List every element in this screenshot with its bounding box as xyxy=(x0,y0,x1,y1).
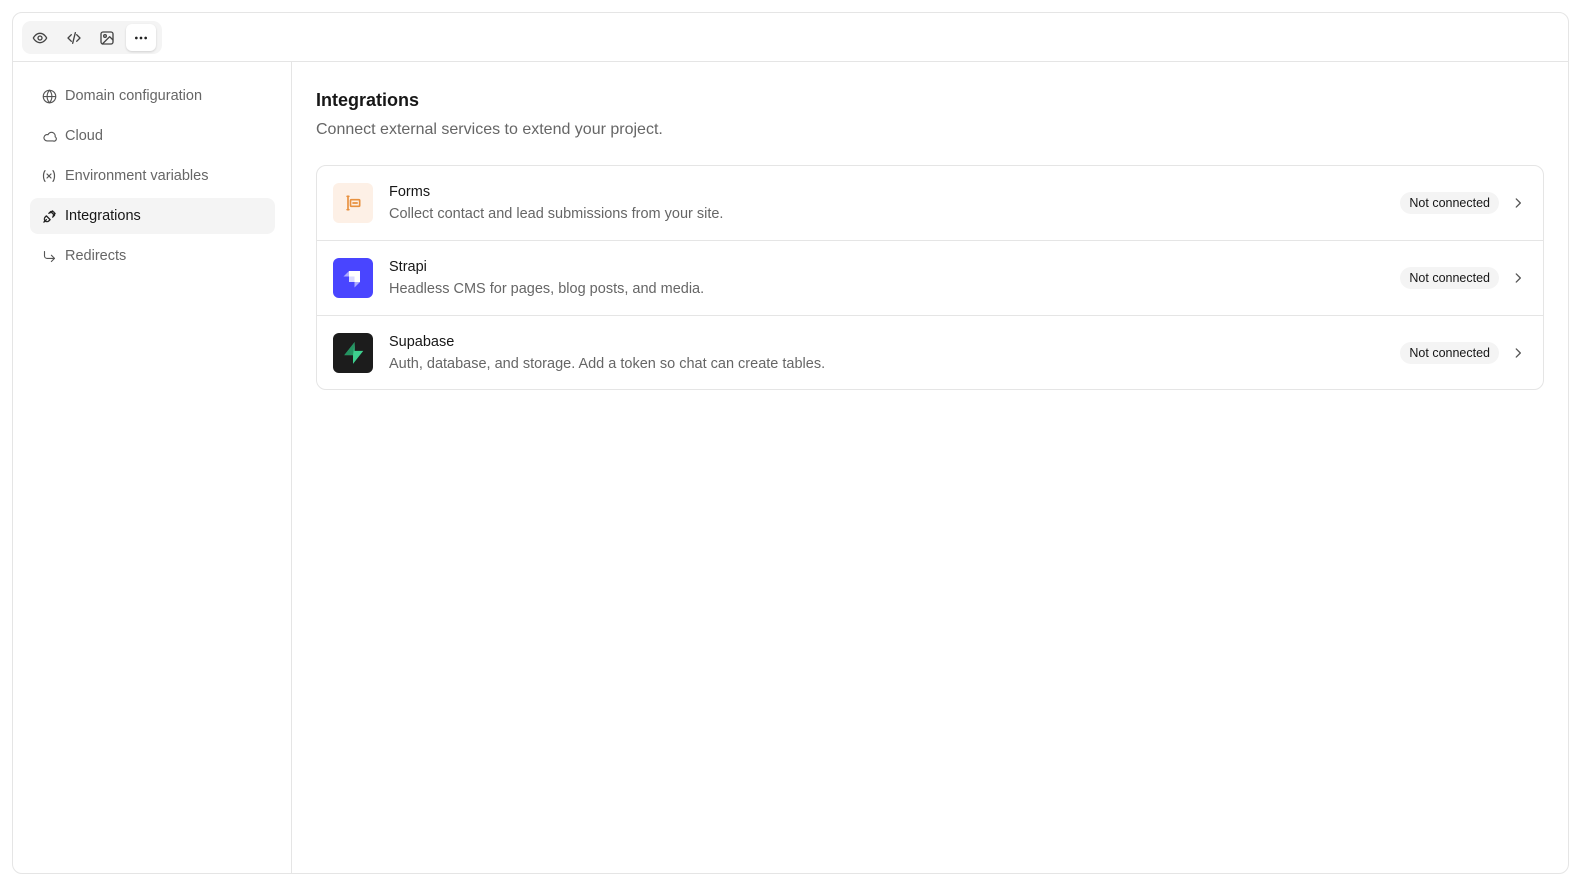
supabase-logo xyxy=(333,332,373,373)
integration-name: Strapi xyxy=(389,259,427,275)
globe-icon xyxy=(41,88,57,104)
sidebar-item-label: Cloud xyxy=(65,128,103,144)
sidebar-item-cloud[interactable]: Cloud xyxy=(30,118,275,154)
forms-icon xyxy=(346,195,361,211)
cloud-icon xyxy=(41,128,57,144)
code-button[interactable] xyxy=(59,24,90,51)
settings-window: Domain configuration Cloud Environment v… xyxy=(12,12,1569,874)
status-badge: Not connected xyxy=(1400,192,1499,214)
sidebar-item-label: Redirects xyxy=(65,248,127,264)
forms-logo xyxy=(333,183,373,223)
integration-row-strapi[interactable]: Strapi Headless CMS for pages, blog post… xyxy=(317,241,1543,316)
settings-sidebar: Domain configuration Cloud Environment v… xyxy=(13,62,292,873)
redirect-arrow-icon xyxy=(41,248,57,264)
plug-icon xyxy=(41,208,57,224)
eye-icon xyxy=(32,32,48,43)
sidebar-item-integrations[interactable]: Integrations xyxy=(30,198,275,234)
integration-name: Forms xyxy=(389,184,431,200)
chevron-right-icon xyxy=(1511,196,1525,210)
main-content: Integrations Connect external services t… xyxy=(293,62,1568,873)
sidebar-item-label: Domain configuration xyxy=(65,88,203,104)
sidebar-item-redirects[interactable]: Redirects xyxy=(30,238,275,274)
variable-icon xyxy=(41,168,57,184)
page-title: Integrations xyxy=(316,90,420,110)
code-icon xyxy=(67,31,81,44)
chevron-right-icon xyxy=(1511,271,1525,285)
more-button[interactable] xyxy=(125,24,156,51)
strapi-logo-icon xyxy=(343,271,360,288)
status-badge: Not connected xyxy=(1400,267,1499,289)
integration-row-supabase[interactable]: Supabase Auth, database, and storage. Ad… xyxy=(317,316,1543,389)
chevron-right-icon xyxy=(1511,346,1525,360)
view-mode-toggle xyxy=(22,21,162,54)
integration-description: Auth, database, and storage. Add a token… xyxy=(389,355,826,372)
page-subtitle: Connect external services to extend your… xyxy=(316,121,663,138)
sidebar-item-label: Integrations xyxy=(65,208,141,224)
preview-button[interactable] xyxy=(25,24,56,51)
integrations-list: Forms Collect contact and lead submissio… xyxy=(316,165,1544,390)
top-toolbar xyxy=(13,13,1568,62)
integration-description: Headless CMS for pages, blog posts, and … xyxy=(389,281,705,297)
sidebar-item-environment-variables[interactable]: Environment variables xyxy=(30,158,275,194)
image-icon xyxy=(100,30,114,45)
integration-row-forms[interactable]: Forms Collect contact and lead submissio… xyxy=(317,166,1543,241)
supabase-logo-icon xyxy=(344,341,364,364)
sidebar-item-label: Environment variables xyxy=(65,168,209,184)
status-badge: Not connected xyxy=(1400,341,1499,364)
design-button[interactable] xyxy=(92,24,123,51)
strapi-logo xyxy=(333,258,373,298)
more-horizontal-icon xyxy=(134,36,147,39)
sidebar-item-domain-configuration[interactable]: Domain configuration xyxy=(30,78,275,114)
integration-description: Collect contact and lead submissions fro… xyxy=(389,206,724,222)
integration-name: Supabase xyxy=(389,333,455,350)
